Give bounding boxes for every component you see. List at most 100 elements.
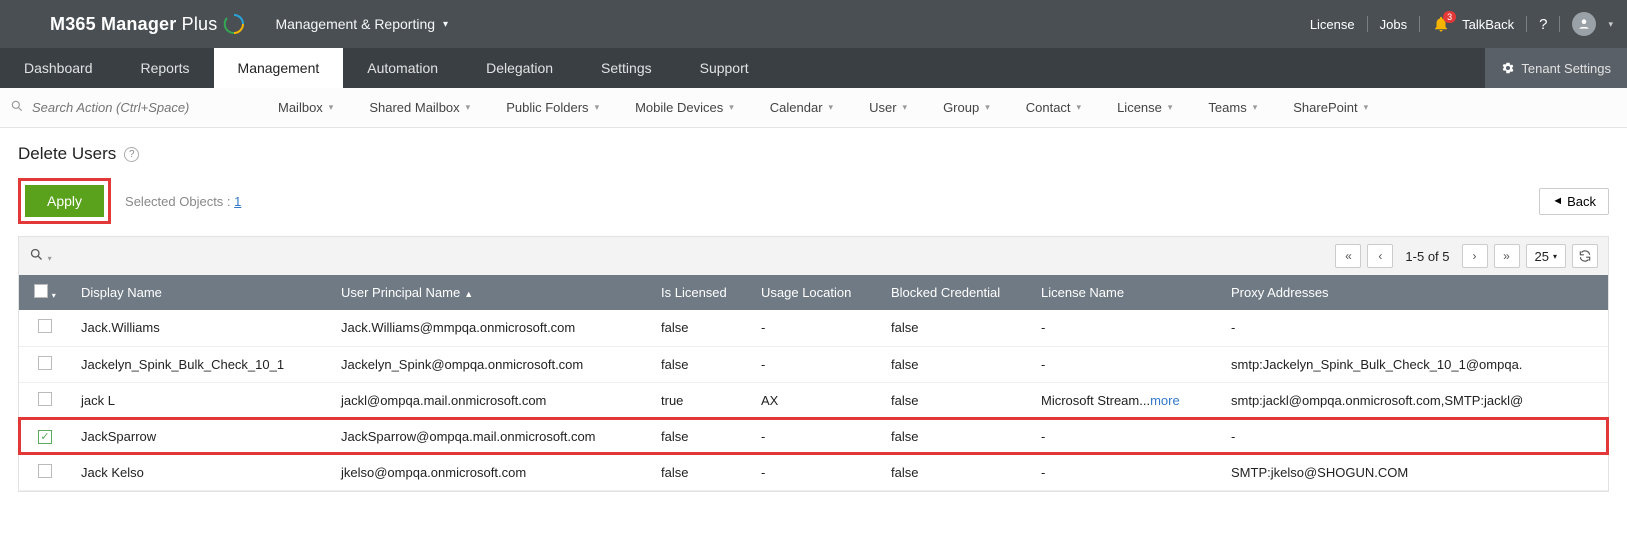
cell: -: [1221, 418, 1608, 454]
row-checkbox[interactable]: [38, 464, 52, 478]
tenant-settings-button[interactable]: Tenant Settings: [1485, 48, 1627, 88]
subnav-item-mobile-devices[interactable]: Mobile Devices▾: [617, 100, 752, 115]
cell: JackSparrow@ompqa.mail.onmicrosoft.com: [331, 418, 651, 454]
cell: AX: [751, 382, 881, 418]
cell: jackl@ompqa.mail.onmicrosoft.com: [331, 382, 651, 418]
chevron-down-icon: ▾: [1364, 102, 1369, 113]
subnav-item-group[interactable]: Group▾: [925, 100, 1008, 115]
subnav-item-contact[interactable]: Contact▾: [1008, 100, 1099, 115]
action-search-input[interactable]: [30, 99, 250, 116]
subnav-item-mailbox[interactable]: Mailbox▾: [260, 100, 351, 115]
nav-tab-dashboard[interactable]: Dashboard: [0, 48, 117, 88]
nav-tab-reports[interactable]: Reports: [117, 48, 214, 88]
primary-nav: DashboardReportsManagementAutomationDele…: [0, 48, 1627, 88]
cell: false: [881, 418, 1031, 454]
row-checkbox[interactable]: [38, 430, 52, 444]
selected-count-link[interactable]: 1: [234, 194, 241, 209]
cell: -: [1221, 310, 1608, 346]
page-first-button[interactable]: «: [1335, 244, 1361, 268]
column-header-blocked-credential[interactable]: Blocked Credential: [881, 275, 1031, 310]
column-header-usage-location[interactable]: Usage Location: [751, 275, 881, 310]
sort-asc-icon: ▲: [464, 289, 473, 299]
chevron-down-icon: ▾: [1553, 252, 1557, 261]
nav-tab-management[interactable]: Management: [214, 48, 344, 88]
subnav-item-calendar[interactable]: Calendar▾: [752, 100, 851, 115]
cell: -: [751, 418, 881, 454]
column-header-license-name[interactable]: License Name: [1031, 275, 1221, 310]
back-button[interactable]: ◄ Back: [1539, 188, 1609, 215]
nav-tab-automation[interactable]: Automation: [343, 48, 462, 88]
page-size-select[interactable]: 25▾: [1526, 244, 1566, 268]
subnav-item-sharepoint[interactable]: SharePoint▾: [1275, 100, 1386, 115]
apply-highlight-box: Apply: [18, 178, 111, 224]
cell: false: [651, 418, 751, 454]
column-header-user-principal-name[interactable]: User Principal Name▲: [331, 275, 651, 310]
cell: smtp:jackl@ompqa.onmicrosoft.com,SMTP:ja…: [1221, 382, 1608, 418]
row-checkbox[interactable]: [38, 392, 52, 406]
cell: smtp:Jackelyn_Spink_Bulk_Check_10_1@ompq…: [1221, 346, 1608, 382]
chevron-down-icon: ▾: [985, 102, 990, 113]
cell: false: [881, 346, 1031, 382]
user-avatar[interactable]: [1572, 12, 1596, 36]
cell: false: [651, 454, 751, 490]
chevron-down-icon: ▾: [595, 102, 600, 113]
cell: Jack.Williams@mmpqa.onmicrosoft.com: [331, 310, 651, 346]
column-header-display-name[interactable]: Display Name: [71, 275, 331, 310]
column-header-proxy-addresses[interactable]: Proxy Addresses: [1221, 275, 1608, 310]
cell: false: [881, 310, 1031, 346]
table-row[interactable]: Jack Kelsojkelso@ompqa.onmicrosoft.comfa…: [19, 454, 1608, 490]
top-bar: M365 Manager Plus Management & Reporting…: [0, 0, 1627, 48]
table-row[interactable]: Jackelyn_Spink_Bulk_Check_10_1Jackelyn_S…: [19, 346, 1608, 382]
subnav-item-teams[interactable]: Teams▾: [1190, 100, 1275, 115]
table-row[interactable]: jack Ljackl@ompqa.mail.onmicrosoft.comtr…: [19, 382, 1608, 418]
action-search[interactable]: [0, 99, 260, 116]
cell: Jack Kelso: [71, 454, 331, 490]
nav-tab-delegation[interactable]: Delegation: [462, 48, 577, 88]
chevron-down-icon: ▾: [1168, 102, 1173, 113]
separator: [1419, 16, 1420, 32]
cell: Jackelyn_Spink_Bulk_Check_10_1: [71, 346, 331, 382]
subnav-item-license[interactable]: License▾: [1099, 100, 1190, 115]
select-all-checkbox[interactable]: [34, 284, 48, 298]
help-tooltip-icon[interactable]: ?: [124, 147, 139, 162]
chevron-down-icon: ▾: [52, 291, 56, 300]
cell: false: [881, 454, 1031, 490]
page-last-button[interactable]: »: [1494, 244, 1520, 268]
license-link[interactable]: License: [1310, 17, 1355, 32]
gear-icon: [1501, 61, 1515, 75]
row-checkbox[interactable]: [38, 356, 52, 370]
cell: JackSparrow: [71, 418, 331, 454]
subnav-item-shared-mailbox[interactable]: Shared Mailbox▾: [351, 100, 488, 115]
cell: -: [751, 310, 881, 346]
search-icon: [10, 99, 24, 116]
subnav-item-user[interactable]: User▾: [851, 100, 925, 115]
separator: [1559, 16, 1560, 32]
context-switcher[interactable]: Management & Reporting▾: [275, 16, 448, 32]
page-next-button[interactable]: ›: [1462, 244, 1488, 268]
table-search-icon[interactable]: ▾: [29, 247, 52, 265]
cell: SMTP:jkelso@SHOGUN.COM: [1221, 454, 1608, 490]
pagination: « ‹ 1-5 of 5 › » 25▾: [1335, 244, 1598, 268]
talkback-link[interactable]: TalkBack: [1462, 17, 1514, 32]
users-table: ▾ Display NameUser Principal Name▲Is Lice…: [19, 275, 1608, 491]
nav-tab-support[interactable]: Support: [676, 48, 773, 88]
page-prev-button[interactable]: ‹: [1367, 244, 1393, 268]
brand-logo-icon: [223, 13, 245, 35]
table-row[interactable]: Jack.WilliamsJack.Williams@mmpqa.onmicro…: [19, 310, 1608, 346]
cell: -: [1031, 310, 1221, 346]
chevron-down-icon: ▾: [1253, 102, 1258, 113]
apply-button[interactable]: Apply: [25, 185, 104, 217]
help-icon[interactable]: ?: [1539, 16, 1547, 33]
row-checkbox[interactable]: [38, 319, 52, 333]
notifications-icon[interactable]: 3: [1432, 15, 1450, 33]
column-header-is-licensed[interactable]: Is Licensed: [651, 275, 751, 310]
cell: false: [651, 310, 751, 346]
refresh-button[interactable]: [1572, 244, 1598, 268]
cell: -: [1031, 418, 1221, 454]
jobs-link[interactable]: Jobs: [1380, 17, 1407, 32]
nav-tab-settings[interactable]: Settings: [577, 48, 676, 88]
app-launcher-icon[interactable]: [14, 13, 36, 35]
more-link[interactable]: more: [1150, 393, 1180, 408]
table-row[interactable]: JackSparrowJackSparrow@ompqa.mail.onmicr…: [19, 418, 1608, 454]
subnav-item-public-folders[interactable]: Public Folders▾: [488, 100, 617, 115]
